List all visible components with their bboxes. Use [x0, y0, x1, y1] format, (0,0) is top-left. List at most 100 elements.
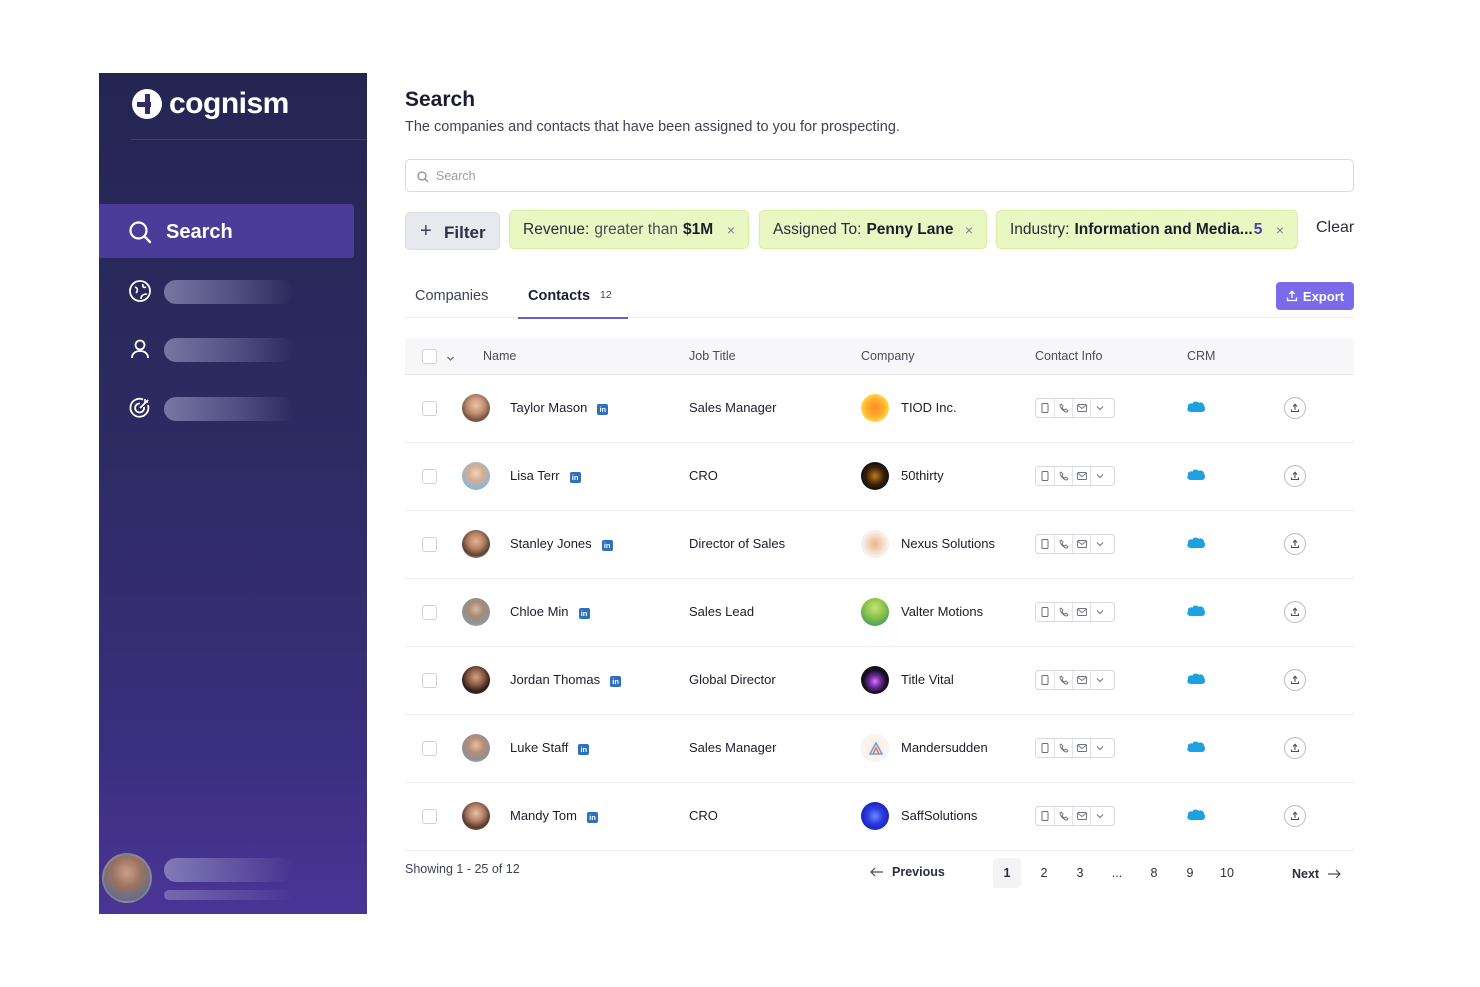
page-number[interactable]: 2: [1030, 858, 1058, 888]
table-row[interactable]: Luke Staff in Sales Manager Mandersudden: [405, 715, 1354, 783]
search-input[interactable]: [436, 166, 1316, 186]
contact-name[interactable]: Chloe Min in: [510, 604, 590, 619]
mobile-icon[interactable]: [1036, 671, 1054, 689]
phone-icon[interactable]: [1054, 399, 1072, 417]
contact-name[interactable]: Taylor Mason in: [510, 400, 609, 415]
row-checkbox[interactable]: [422, 605, 437, 620]
page-number[interactable]: 9: [1176, 858, 1204, 888]
company-name[interactable]: Valter Motions: [901, 604, 983, 619]
email-icon[interactable]: [1072, 467, 1090, 485]
row-checkbox[interactable]: [422, 673, 437, 688]
table-row[interactable]: Stanley Jones in Director of Sales Nexus …: [405, 511, 1354, 579]
salesforce-icon[interactable]: [1186, 400, 1206, 419]
tab-companies[interactable]: Companies: [415, 288, 488, 304]
export-row-button[interactable]: [1284, 737, 1306, 759]
phone-icon[interactable]: [1054, 603, 1072, 621]
table-row[interactable]: Chloe Min in Sales Lead Valter Motions: [405, 579, 1354, 647]
table-row[interactable]: Taylor Mason in Sales Manager TIOD Inc.: [405, 375, 1354, 443]
linkedin-icon[interactable]: in: [586, 812, 598, 823]
sidebar-item-intent[interactable]: [99, 390, 367, 426]
cognism-logo[interactable]: cognism: [132, 87, 289, 121]
table-row[interactable]: Mandy Tom in CRO SaffSolutions: [405, 783, 1354, 851]
chevron-down-icon[interactable]: [1090, 807, 1108, 825]
page-number[interactable]: 1: [993, 858, 1021, 888]
linkedin-icon[interactable]: in: [597, 404, 609, 415]
email-icon[interactable]: [1072, 399, 1090, 417]
column-header-contact-info[interactable]: Contact Info: [1035, 349, 1102, 363]
phone-icon[interactable]: [1054, 467, 1072, 485]
chevron-down-icon[interactable]: [1090, 739, 1108, 757]
company-name[interactable]: Nexus Solutions: [901, 536, 995, 551]
company-name[interactable]: TIOD Inc.: [901, 400, 957, 415]
chevron-down-icon[interactable]: [1090, 671, 1108, 689]
linkedin-icon[interactable]: in: [569, 472, 581, 483]
company-name[interactable]: Title Vital: [901, 672, 954, 687]
filter-chip-industry[interactable]: Industry: Information and Media... 5 ×: [996, 210, 1298, 249]
table-row[interactable]: Lisa Terr in CRO 50thirty: [405, 443, 1354, 511]
column-header-company[interactable]: Company: [861, 349, 915, 363]
email-icon[interactable]: [1072, 807, 1090, 825]
mobile-icon[interactable]: [1036, 467, 1054, 485]
export-button[interactable]: Export: [1276, 282, 1354, 310]
salesforce-icon[interactable]: [1186, 468, 1206, 487]
previous-page-button[interactable]: Previous: [870, 865, 945, 879]
user-avatar[interactable]: [102, 853, 152, 903]
row-checkbox[interactable]: [422, 809, 437, 824]
linkedin-icon[interactable]: in: [601, 540, 613, 551]
phone-icon[interactable]: [1054, 535, 1072, 553]
next-page-button[interactable]: Next: [1292, 867, 1341, 881]
filter-chip-revenue[interactable]: Revenue: greater than $1M ×: [509, 210, 749, 249]
export-row-button[interactable]: [1284, 397, 1306, 419]
salesforce-icon[interactable]: [1186, 672, 1206, 691]
select-all-checkbox[interactable]: [422, 349, 437, 364]
row-checkbox[interactable]: [422, 537, 437, 552]
close-icon[interactable]: ×: [1276, 222, 1284, 238]
contact-name[interactable]: Luke Staff in: [510, 740, 590, 755]
company-name[interactable]: SaffSolutions: [901, 808, 977, 823]
column-header-job-title[interactable]: Job Title: [689, 349, 736, 363]
tab-contacts[interactable]: Contacts 12: [518, 282, 628, 319]
salesforce-icon[interactable]: [1186, 808, 1206, 827]
row-checkbox[interactable]: [422, 401, 437, 416]
chevron-down-icon[interactable]: [1090, 603, 1108, 621]
mobile-icon[interactable]: [1036, 399, 1054, 417]
linkedin-icon[interactable]: in: [578, 608, 590, 619]
phone-icon[interactable]: [1054, 807, 1072, 825]
company-name[interactable]: 50thirty: [901, 468, 944, 483]
row-checkbox[interactable]: [422, 469, 437, 484]
export-row-button[interactable]: [1284, 669, 1306, 691]
linkedin-icon[interactable]: in: [578, 744, 590, 755]
contact-name[interactable]: Jordan Thomas in: [510, 672, 622, 687]
phone-icon[interactable]: [1054, 739, 1072, 757]
page-number[interactable]: 8: [1140, 858, 1168, 888]
export-row-button[interactable]: [1284, 465, 1306, 487]
linkedin-icon[interactable]: in: [610, 676, 622, 687]
email-icon[interactable]: [1072, 671, 1090, 689]
filter-chip-assigned-to[interactable]: Assigned To: Penny Lane ×: [759, 210, 987, 249]
phone-icon[interactable]: [1054, 671, 1072, 689]
sidebar-item-search[interactable]: Search: [99, 204, 354, 258]
export-row-button[interactable]: [1284, 805, 1306, 827]
salesforce-icon[interactable]: [1186, 740, 1206, 759]
chevron-down-icon[interactable]: [1090, 399, 1108, 417]
page-number[interactable]: 10: [1213, 858, 1241, 888]
email-icon[interactable]: [1072, 739, 1090, 757]
close-icon[interactable]: ×: [965, 222, 973, 238]
export-row-button[interactable]: [1284, 601, 1306, 623]
chevron-down-icon[interactable]: [1090, 467, 1108, 485]
clear-filters-button[interactable]: Clear: [1316, 219, 1354, 237]
column-header-crm[interactable]: CRM: [1187, 349, 1215, 363]
salesforce-icon[interactable]: [1186, 604, 1206, 623]
page-number[interactable]: 3: [1066, 858, 1094, 888]
company-name[interactable]: Mandersudden: [901, 740, 988, 755]
sidebar-item-explore[interactable]: [99, 273, 367, 309]
close-icon[interactable]: ×: [727, 222, 735, 238]
search-bar[interactable]: [405, 159, 1354, 192]
table-row[interactable]: Jordan Thomas in Global Director Title Vi…: [405, 647, 1354, 715]
chevron-down-icon[interactable]: [446, 350, 455, 368]
export-row-button[interactable]: [1284, 533, 1306, 555]
add-filter-button[interactable]: + Filter: [405, 212, 500, 250]
contact-name[interactable]: Mandy Tom in: [510, 808, 598, 823]
row-checkbox[interactable]: [422, 741, 437, 756]
chevron-down-icon[interactable]: [1090, 535, 1108, 553]
